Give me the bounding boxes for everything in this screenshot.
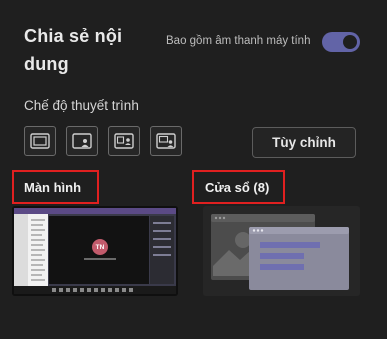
window-preview-illustration	[203, 206, 360, 296]
presenter-mode-label: Chế độ thuyết trình	[24, 98, 139, 113]
toggle-knob	[343, 35, 357, 49]
presenter-mode-standout-button[interactable]	[66, 126, 98, 156]
window-section-label: Cửa sổ (8)	[192, 170, 285, 204]
screen-section-label: Màn hình	[12, 170, 99, 204]
standout-icon	[72, 133, 92, 149]
include-system-audio-label: Bao gồm âm thanh máy tính	[166, 35, 311, 47]
presenter-mode-reporter-button[interactable]	[150, 126, 182, 156]
content-only-icon	[30, 133, 50, 149]
presenter-mode-side-by-side-button[interactable]	[108, 126, 140, 156]
screen-thumb-caption	[84, 258, 116, 260]
window-thumbnail[interactable]	[203, 206, 360, 296]
presenter-mode-content-only-button[interactable]	[24, 126, 56, 156]
screen-thumbnail[interactable]: TN	[12, 206, 178, 296]
screen-thumb-avatar: TN	[92, 239, 108, 255]
customize-button[interactable]: Tùy chỉnh	[252, 127, 356, 158]
side-by-side-icon	[114, 133, 134, 149]
reporter-icon	[156, 133, 176, 149]
panel-title: Chia sẻ nội dung	[24, 26, 123, 74]
include-system-audio-toggle[interactable]	[322, 32, 360, 52]
